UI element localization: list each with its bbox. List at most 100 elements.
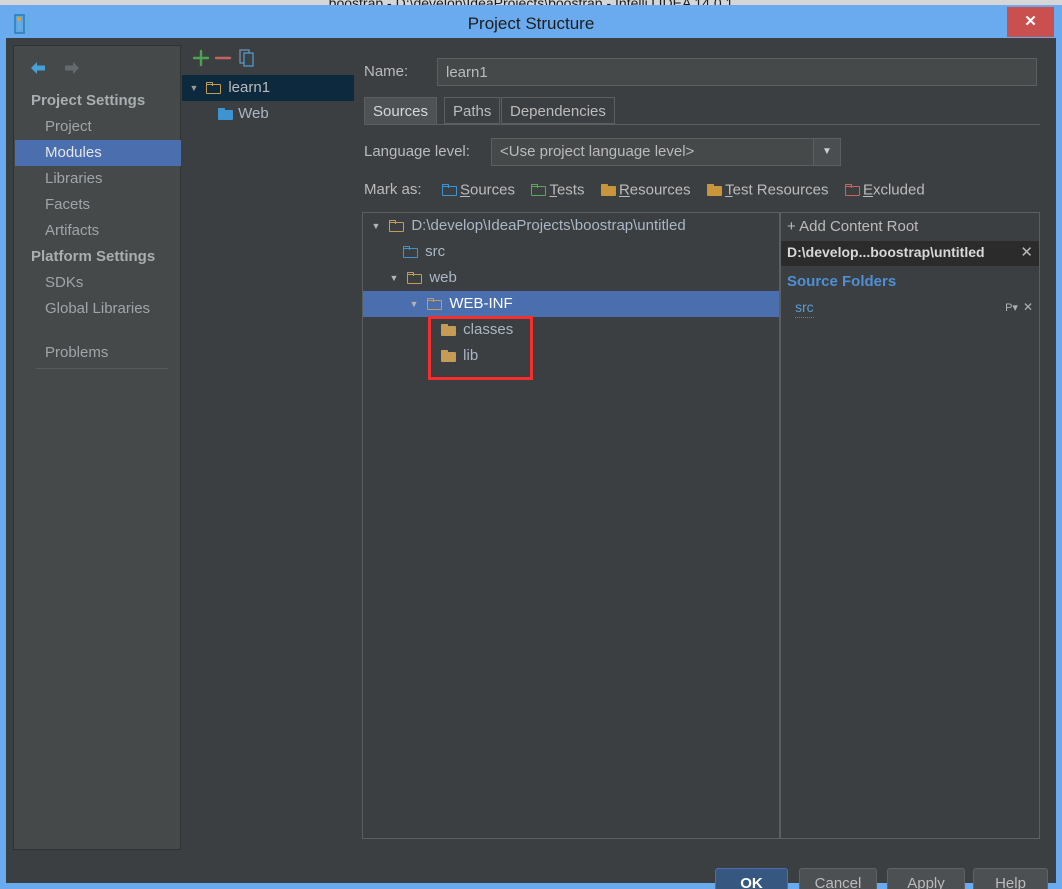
tree-label: D:\develop\IdeaProjects\boostrap\untitle… — [411, 217, 686, 235]
tests-folder-icon — [531, 184, 547, 197]
sidebar-group-platform-settings: Platform Settings — [31, 248, 156, 265]
resources-folder-icon — [600, 184, 616, 197]
add-content-root-label: + Add Content Root — [787, 218, 919, 235]
tree-row-web-inf[interactable]: ▼ WEB-INF — [363, 291, 779, 317]
mark-as-tests-mnemonic: T — [549, 181, 557, 199]
source-folders-header: Source Folders — [787, 273, 897, 290]
chevron-down-icon[interactable]: ▼ — [367, 213, 385, 239]
sidebar-item-global-libraries[interactable]: Global Libraries — [15, 296, 181, 322]
language-level-row: Language level: <Use project language le… — [364, 138, 1040, 166]
mark-as-sources-label: ources — [469, 181, 516, 199]
sidebar-item-libraries[interactable]: Libraries — [15, 166, 181, 192]
tab-sources[interactable]: Sources — [364, 97, 438, 124]
tabs-underline — [364, 124, 1040, 125]
sources-folder-icon — [441, 184, 457, 197]
mark-as-label: Mark as: — [364, 181, 422, 199]
source-folder-row-src: src P▾ ✕ — [781, 299, 1039, 321]
source-folder-actions: P▾ ✕ — [1005, 300, 1033, 314]
dialog-title: Project Structure — [467, 14, 595, 33]
add-module-icon[interactable] — [190, 47, 212, 69]
tree-label: src — [425, 243, 446, 261]
sidebar-divider — [36, 368, 168, 369]
help-button[interactable]: Help — [973, 868, 1048, 889]
sidebar-item-project[interactable]: Project — [15, 114, 181, 140]
apply-button-mnemonic: A — [907, 875, 918, 889]
mark-as-resources-label: esources — [629, 181, 691, 199]
module-name-input[interactable] — [437, 58, 1037, 86]
module-tree-label: learn1 — [228, 79, 271, 97]
tree-label: classes — [463, 321, 514, 339]
module-editor-pane: Name: Sources Paths Dependencies Languag… — [355, 45, 1049, 850]
sidebar-item-artifacts[interactable]: Artifacts — [15, 218, 181, 244]
module-tabs: Sources Paths Dependencies — [364, 97, 1040, 125]
back-arrow-icon[interactable] — [28, 58, 50, 78]
chevron-down-icon[interactable]: ▼ — [385, 265, 403, 291]
chevron-down-icon[interactable]: ▼ — [186, 75, 202, 101]
module-folder-icon — [206, 82, 222, 95]
copy-module-icon[interactable] — [236, 47, 258, 69]
remove-content-root-icon[interactable]: ✕ — [1020, 243, 1033, 261]
web-facet-icon — [218, 108, 233, 121]
tree-row-src[interactable]: src — [363, 239, 779, 265]
tree-label: lib — [463, 347, 479, 365]
sidebar-item-modules[interactable]: Modules — [15, 140, 181, 166]
project-structure-dialog-screenshot: boostrap - D:\develop\IdeaProjects\boost… — [0, 0, 1062, 889]
content-root-chip[interactable]: D:\develop...boostrap\untitled ✕ — [781, 241, 1039, 266]
language-level-value: <Use project language level> — [500, 143, 695, 160]
mark-as-test-resources-button[interactable]: Test Resources — [707, 181, 828, 199]
tree-row-lib[interactable]: lib — [363, 343, 779, 369]
language-level-select[interactable]: <Use project language level> ▼ — [491, 138, 841, 166]
add-content-root-button[interactable]: + Add Content Root — [787, 218, 918, 235]
mark-as-test-resources-label: est Resources — [732, 181, 829, 199]
folder-icon — [389, 220, 405, 233]
mark-as-test-resources-mnemonic: T — [725, 181, 733, 199]
tab-paths[interactable]: Paths — [444, 97, 501, 124]
module-tree-label: Web — [238, 105, 269, 123]
sidebar-item-sdks[interactable]: SDKs — [15, 270, 181, 296]
mark-as-tests-button[interactable]: Tests — [531, 181, 584, 199]
modules-panel: ▼ learn1 Web — [182, 45, 354, 850]
chevron-down-icon[interactable]: ▼ — [405, 291, 423, 317]
tree-label: web — [429, 269, 457, 287]
apply-button[interactable]: Apply — [887, 868, 965, 889]
content-root-path: D:\develop...boostrap\untitled — [787, 244, 985, 260]
source-folder-name[interactable]: src — [795, 299, 814, 318]
sidebar-group-project-settings: Project Settings — [31, 92, 146, 109]
sidebar-item-problems[interactable]: Problems — [15, 340, 181, 366]
folder-icon — [441, 324, 456, 337]
folder-icon — [407, 272, 423, 285]
mark-as-resources-button[interactable]: Resources — [600, 181, 691, 199]
remove-source-folder-icon[interactable]: ✕ — [1023, 300, 1033, 314]
remove-module-icon[interactable] — [212, 47, 234, 69]
mark-as-sources-button[interactable]: Sources — [441, 181, 516, 199]
content-root-tree: ▼ D:\develop\IdeaProjects\boostrap\untit… — [363, 213, 779, 838]
modules-toolbar — [182, 45, 354, 73]
mark-as-sources-mnemonic: S — [459, 181, 470, 199]
test-resources-folder-icon — [707, 184, 723, 197]
mark-as-excluded-button[interactable]: Excluded — [844, 181, 925, 199]
excluded-folder-icon — [844, 184, 860, 197]
module-tree-row-learn1[interactable]: ▼ learn1 — [182, 75, 354, 101]
content-roots-panel: + Add Content Root D:\develop...boostrap… — [781, 213, 1039, 838]
forward-arrow-icon[interactable] — [60, 58, 82, 78]
module-tree-row-web[interactable]: Web — [182, 101, 354, 127]
tree-row-web[interactable]: ▼ web — [363, 265, 779, 291]
tree-row-content-root[interactable]: ▼ D:\develop\IdeaProjects\boostrap\untit… — [363, 213, 779, 239]
chevron-down-icon[interactable]: ▼ — [813, 139, 840, 165]
ok-button[interactable]: OK — [715, 868, 788, 889]
language-level-label: Language level: — [364, 143, 470, 160]
settings-sidebar: Project Settings Project Modules Librari… — [13, 45, 181, 850]
sources-pane: ▼ D:\develop\IdeaProjects\boostrap\untit… — [362, 212, 1040, 839]
package-prefix-icon[interactable]: P▾ — [1005, 302, 1018, 314]
mark-as-excluded-label: xcluded — [872, 181, 925, 199]
tree-label: WEB-INF — [449, 295, 513, 313]
sidebar-item-facets[interactable]: Facets — [15, 192, 181, 218]
close-icon[interactable]: ✕ — [1007, 7, 1054, 37]
dialog-frame: Project Structure ✕ Project Settings Pro… — [0, 5, 1062, 889]
cancel-button[interactable]: Cancel — [799, 868, 877, 889]
module-name-row: Name: — [364, 58, 1040, 88]
sources-folder-icon — [403, 246, 418, 259]
tab-dependencies[interactable]: Dependencies — [501, 97, 615, 124]
mark-as-resources-mnemonic: R — [618, 181, 630, 199]
tree-row-classes[interactable]: classes — [363, 317, 779, 343]
